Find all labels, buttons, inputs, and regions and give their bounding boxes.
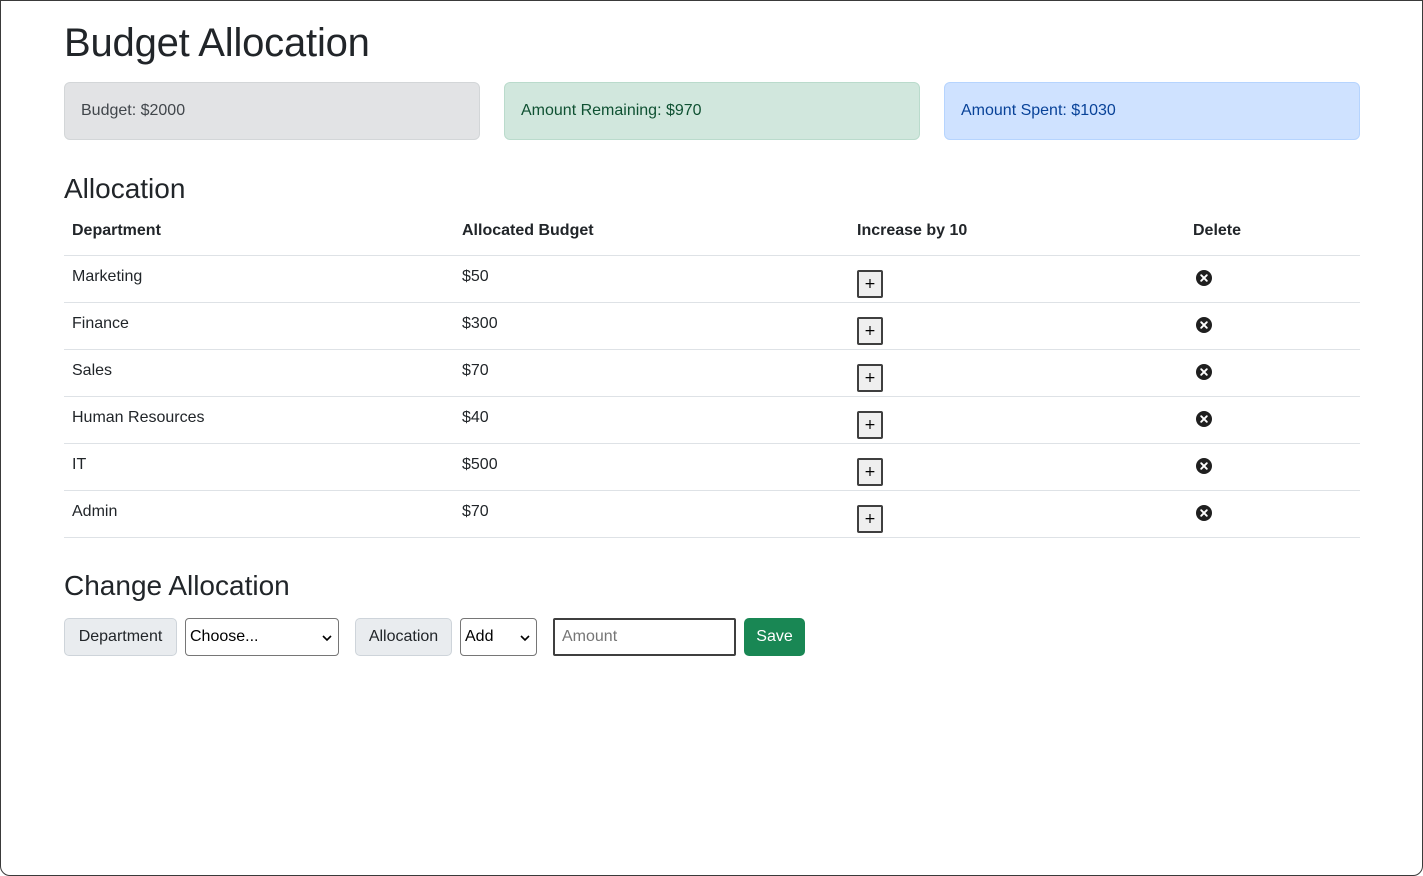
department-cell: Admin xyxy=(64,490,454,538)
remaining-text: Amount Remaining: $970 xyxy=(521,102,702,119)
increase-cell: + xyxy=(849,302,1185,350)
delete-cell xyxy=(1185,443,1360,491)
increase-button[interactable]: + xyxy=(857,410,883,439)
table-row: Finance $300 + xyxy=(64,302,1360,350)
delete-cell xyxy=(1185,302,1360,350)
department-cell: Human Resources xyxy=(64,396,454,444)
allocated-budget-cell: $50 xyxy=(454,255,849,303)
increase-button[interactable]: + xyxy=(857,269,883,298)
increase-cell: + xyxy=(849,349,1185,397)
allocation-heading: Allocation xyxy=(64,173,186,204)
allocated-budget-cell: $40 xyxy=(454,396,849,444)
increase-cell: + xyxy=(849,255,1185,303)
summary-cards: Budget: $2000 Amount Remaining: $970 Amo… xyxy=(64,82,1360,140)
app-window: Budget Allocation Budget: $2000 Amount R… xyxy=(0,0,1423,876)
spent-card: Amount Spent: $1030 xyxy=(944,82,1360,140)
spent-text: Amount Spent: $1030 xyxy=(961,102,1116,119)
x-circle-icon[interactable] xyxy=(1196,504,1212,521)
page-title: Budget Allocation xyxy=(64,21,370,65)
x-circle-icon[interactable] xyxy=(1196,269,1212,286)
increase-button[interactable]: + xyxy=(857,457,883,486)
allocated-budget-cell: $300 xyxy=(454,302,849,350)
change-allocation-heading: Change Allocation xyxy=(64,570,290,601)
allocation-table: Department Allocated Budget Increase by … xyxy=(64,208,1360,538)
allocated-budget-cell: $70 xyxy=(454,349,849,397)
amount-input[interactable] xyxy=(553,618,736,656)
increase-button[interactable]: + xyxy=(857,504,883,533)
table-header-row: Department Allocated Budget Increase by … xyxy=(64,208,1360,256)
allocation-action-select[interactable]: Add xyxy=(460,618,537,656)
department-cell: Sales xyxy=(64,349,454,397)
table-row: Sales $70 + xyxy=(64,349,1360,397)
delete-cell xyxy=(1185,255,1360,303)
budget-card: Budget: $2000 xyxy=(64,82,480,140)
x-circle-icon[interactable] xyxy=(1196,457,1212,474)
budget-text: Budget: $2000 xyxy=(81,102,186,119)
increase-cell: + xyxy=(849,443,1185,491)
allocation-label: Allocation xyxy=(355,618,452,656)
x-circle-icon[interactable] xyxy=(1196,410,1212,427)
department-cell: Finance xyxy=(64,302,454,350)
chevron-down-icon xyxy=(322,635,332,642)
increase-cell: + xyxy=(849,396,1185,444)
table-row: Human Resources $40 + xyxy=(64,396,1360,444)
increase-button[interactable]: + xyxy=(857,316,883,345)
department-label: Department xyxy=(64,618,177,656)
x-circle-icon[interactable] xyxy=(1196,316,1212,333)
delete-cell xyxy=(1185,490,1360,538)
change-allocation-form: Department Choose... Allocation Add Save xyxy=(64,618,1360,656)
department-cell: IT xyxy=(64,443,454,491)
table-row: Marketing $50 + xyxy=(64,255,1360,303)
column-header-increase: Increase by 10 xyxy=(849,208,1185,256)
save-button[interactable]: Save xyxy=(744,618,805,656)
allocated-budget-cell: $70 xyxy=(454,490,849,538)
delete-cell xyxy=(1185,349,1360,397)
table-row: IT $500 + xyxy=(64,443,1360,491)
delete-cell xyxy=(1185,396,1360,444)
department-cell: Marketing xyxy=(64,255,454,303)
increase-cell: + xyxy=(849,490,1185,538)
chevron-down-icon xyxy=(520,635,530,642)
remaining-card: Amount Remaining: $970 xyxy=(504,82,920,140)
x-circle-icon[interactable] xyxy=(1196,363,1212,380)
column-header-department: Department xyxy=(64,208,454,256)
department-select-value: Choose... xyxy=(190,628,259,645)
column-header-delete: Delete xyxy=(1185,208,1360,256)
column-header-allocated-budget: Allocated Budget xyxy=(454,208,849,256)
allocated-budget-cell: $500 xyxy=(454,443,849,491)
increase-button[interactable]: + xyxy=(857,363,883,392)
allocation-action-value: Add xyxy=(465,628,494,645)
department-select[interactable]: Choose... xyxy=(185,618,339,656)
table-row: Admin $70 + xyxy=(64,490,1360,538)
